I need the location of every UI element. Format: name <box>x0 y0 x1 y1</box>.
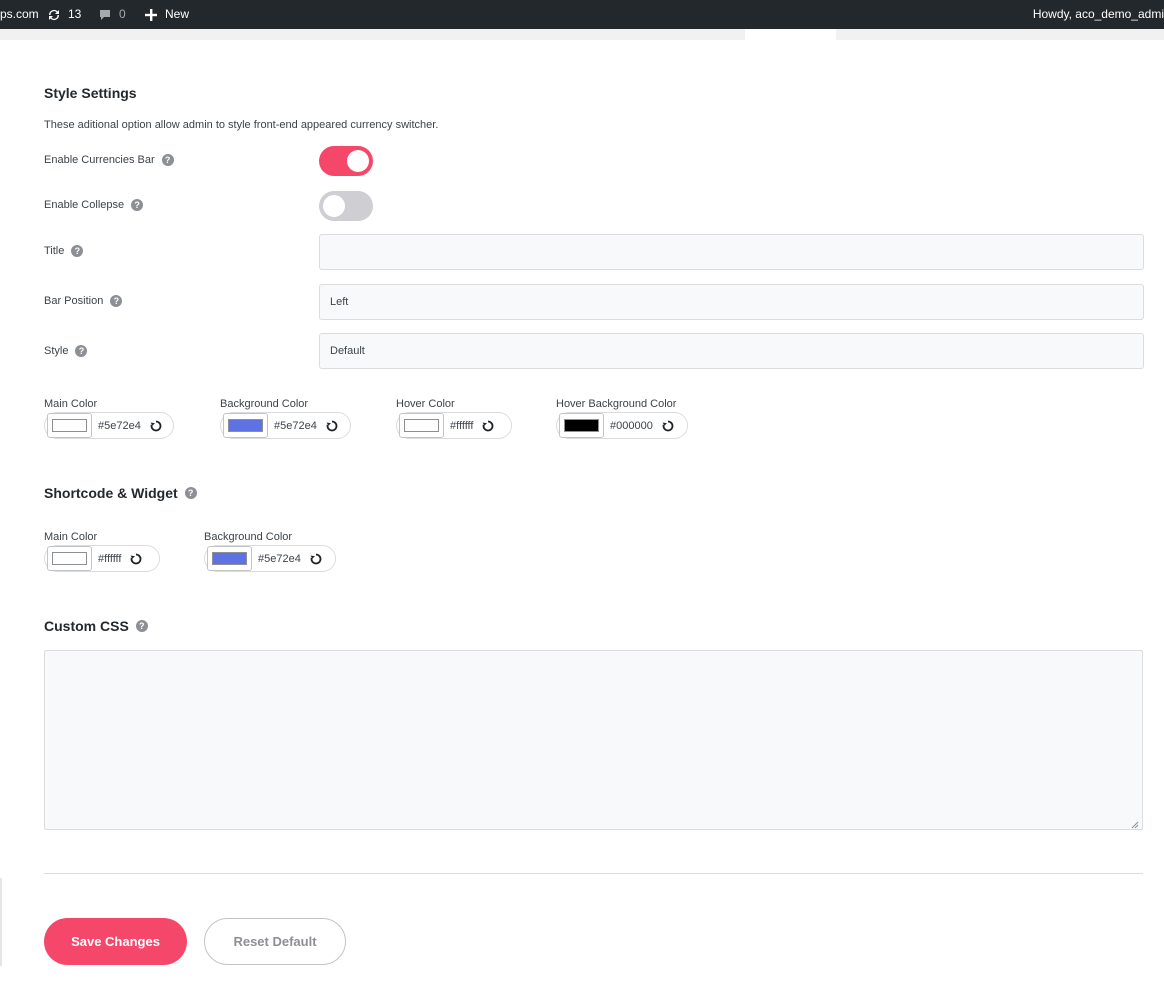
color-hex-value[interactable]: #ffffff <box>98 553 121 565</box>
bar-position-select[interactable]: Left <box>319 284 1144 320</box>
comments-count: 0 <box>119 7 126 21</box>
shortcode-widget-title: Shortcode & Widget <box>44 485 178 501</box>
site-name-link[interactable]: ps.com <box>0 0 39 29</box>
color-swatch <box>404 419 439 432</box>
color-hex-value[interactable]: #ffffff <box>450 420 473 432</box>
bar-position-text: Bar Position <box>44 295 104 307</box>
custom-css-title: Custom CSS <box>44 618 129 634</box>
help-icon[interactable]: ? <box>184 487 197 499</box>
style-text: Style <box>44 345 69 357</box>
enable-currencies-bar-label: Enable Currencies Bar ? <box>44 154 174 166</box>
new-label: New <box>165 7 190 21</box>
comments-link[interactable]: 0 <box>97 0 126 29</box>
help-icon[interactable]: ? <box>110 295 123 307</box>
enable-collapse-toggle[interactable] <box>319 191 373 221</box>
color-swatch-button[interactable] <box>399 413 444 438</box>
help-icon[interactable]: ? <box>131 199 144 211</box>
new-content-link[interactable]: New <box>143 0 189 29</box>
enable-collapse-label: Enable Collepse ? <box>44 199 144 211</box>
custom-css-heading: Custom CSS ? <box>44 618 148 634</box>
enable-currencies-bar-toggle[interactable] <box>319 146 373 176</box>
color-swatch <box>564 419 599 432</box>
toggle-knob <box>347 150 369 172</box>
help-icon[interactable]: ? <box>161 154 174 166</box>
reset-color-icon[interactable] <box>481 419 495 433</box>
enable-currencies-bar-text: Enable Currencies Bar <box>44 154 155 166</box>
shortcode-background-color-label: Background Color <box>204 531 293 543</box>
updates-icon <box>46 7 62 23</box>
updates-count: 13 <box>68 7 82 21</box>
color-swatch-button[interactable] <box>47 413 92 438</box>
admin-bar: ps.com 13 0 New Howdy, aco_demo_admi <box>0 0 1164 29</box>
main-color-label: Main Color <box>44 398 98 410</box>
reset-color-icon[interactable] <box>325 419 339 433</box>
section-divider <box>44 873 1143 874</box>
color-swatch-button[interactable] <box>223 413 268 438</box>
color-hex-value[interactable]: #5e72e4 <box>274 420 317 432</box>
color-hex-value[interactable]: #000000 <box>610 420 653 432</box>
reset-color-icon[interactable] <box>149 419 163 433</box>
bar-position-label: Bar Position ? <box>44 295 123 307</box>
style-settings-heading: Style Settings <box>44 85 137 101</box>
enable-collapse-text: Enable Collepse <box>44 199 125 211</box>
style-settings-description: These aditional option allow admin to st… <box>44 119 439 131</box>
color-swatch-button[interactable] <box>207 546 252 571</box>
color-swatch-button[interactable] <box>47 546 92 571</box>
updates-link[interactable]: 13 <box>46 0 81 29</box>
save-changes-button[interactable]: Save Changes <box>44 918 187 965</box>
shortcode-main-color-label: Main Color <box>44 531 98 543</box>
plus-icon <box>143 7 159 23</box>
shortcode-widget-heading: Shortcode & Widget ? <box>44 485 197 501</box>
reset-color-icon[interactable] <box>129 552 143 566</box>
custom-css-textarea[interactable] <box>44 650 1143 830</box>
account-menu[interactable]: Howdy, aco_demo_admi <box>1033 0 1164 29</box>
color-swatch <box>52 552 87 565</box>
style-select[interactable]: Default <box>319 333 1144 369</box>
reset-color-icon[interactable] <box>309 552 323 566</box>
hover-color-picker[interactable]: #ffffff <box>396 412 512 439</box>
left-edge-divider <box>0 878 2 966</box>
hover-color-label: Hover Color <box>396 398 455 410</box>
help-icon[interactable]: ? <box>135 620 148 632</box>
shortcode-background-color-picker[interactable]: #5e72e4 <box>204 545 336 572</box>
style-settings-title: Style Settings <box>44 85 137 101</box>
color-hex-value[interactable]: #5e72e4 <box>258 553 301 565</box>
howdy-label: Howdy, aco_demo_admi <box>1032 7 1164 21</box>
tab-strip <box>0 29 1164 40</box>
resize-grip-icon[interactable] <box>1131 818 1139 829</box>
color-swatch-button[interactable] <box>559 413 604 438</box>
color-swatch <box>212 552 247 565</box>
background-color-picker[interactable]: #5e72e4 <box>220 412 351 439</box>
reset-color-icon[interactable] <box>661 419 675 433</box>
main-color-picker[interactable]: #5e72e4 <box>44 412 174 439</box>
title-text: Title <box>44 245 65 257</box>
comment-icon <box>97 7 113 23</box>
title-input[interactable] <box>319 234 1144 270</box>
site-name-label: ps.com <box>0 7 39 21</box>
shortcode-main-color-picker[interactable]: #ffffff <box>44 545 160 572</box>
help-icon[interactable]: ? <box>75 345 88 357</box>
color-swatch <box>228 419 263 432</box>
style-label: Style ? <box>44 345 88 357</box>
background-color-label: Background Color <box>220 398 309 410</box>
active-tab-indicator <box>745 29 836 40</box>
reset-default-button[interactable]: Reset Default <box>204 918 346 965</box>
color-swatch <box>52 419 87 432</box>
hover-background-color-label: Hover Background Color <box>556 398 677 410</box>
title-label: Title ? <box>44 245 84 257</box>
hover-background-color-picker[interactable]: #000000 <box>556 412 688 439</box>
color-hex-value[interactable]: #5e72e4 <box>98 420 141 432</box>
help-icon[interactable]: ? <box>71 245 84 257</box>
toggle-knob <box>323 195 345 217</box>
